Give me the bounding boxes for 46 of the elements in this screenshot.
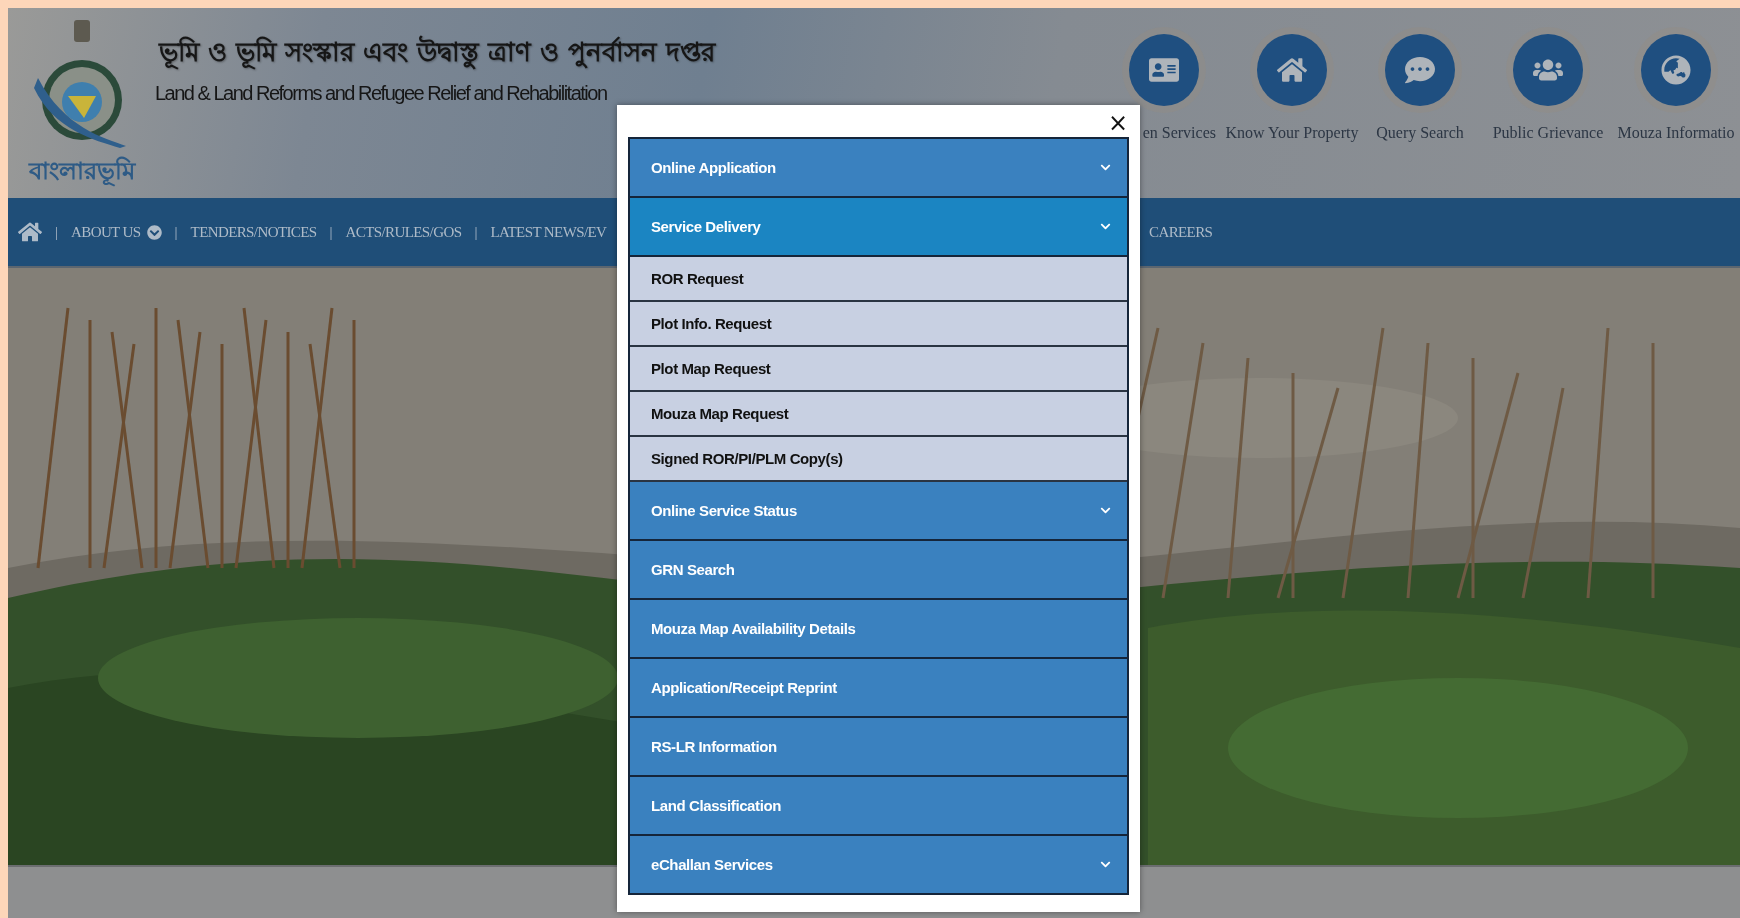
quick-link-button[interactable]	[1129, 34, 1199, 106]
quick-link-button[interactable]	[1257, 34, 1327, 106]
menu-section[interactable]: RS-LR Information	[630, 718, 1127, 777]
logo-caption: বাংলারভূমি	[28, 155, 135, 189]
nav-separator: |	[473, 223, 479, 241]
quick-link-label[interactable]: Query Search	[1376, 124, 1464, 142]
menu-item[interactable]: Plot Map Request	[630, 347, 1127, 392]
id-card-icon	[1149, 55, 1179, 85]
chevron-icon	[1100, 221, 1111, 232]
quick-link-label[interactable]: Public Grievance	[1492, 124, 1604, 142]
menu-section[interactable]: Application/Receipt Reprint	[630, 659, 1127, 718]
menu-item[interactable]: Signed ROR/PI/PLM Copy(s)	[630, 437, 1127, 482]
globe-icon	[1661, 55, 1691, 85]
menu-section[interactable]: Online Service Status	[630, 482, 1127, 541]
quick-link-label[interactable]: Mouza Informatio	[1617, 124, 1735, 142]
menu-item[interactable]: Plot Info. Request	[630, 302, 1127, 347]
menu-section[interactable]: eChallan Services	[630, 836, 1127, 895]
department-subtitle: Land & Land Reforms and Refugee Relief and Rehabilitation	[155, 80, 607, 106]
menu-section[interactable]: GRN Search	[630, 541, 1127, 600]
nav-link[interactable]: ABOUT US	[71, 223, 162, 241]
nav-link[interactable]: LATEST NEWS/EV	[490, 223, 607, 241]
menu-section[interactable]: Mouza Map Availability Details	[630, 600, 1127, 659]
menu-item[interactable]: Mouza Map Request	[630, 392, 1127, 437]
menu-section[interactable]: Online Application	[630, 139, 1127, 198]
chevron-icon	[1100, 859, 1111, 870]
house-icon	[1277, 55, 1307, 85]
nav-link[interactable]: ACTS/RULES/GOS	[345, 223, 462, 241]
close-button[interactable]: ×	[1105, 111, 1130, 135]
chat-bubble-icon	[1405, 55, 1435, 85]
quick-link-button[interactable]	[1513, 34, 1583, 106]
menu-section[interactable]: Service Delivery	[630, 198, 1127, 257]
chevron-icon	[146, 224, 162, 240]
nav-separator: |	[328, 223, 334, 241]
nav-link[interactable]: TENDERS/NOTICES	[190, 223, 317, 241]
menu-section[interactable]: Land Classification	[630, 777, 1127, 836]
quick-link-label[interactable]: Know Your Property	[1225, 124, 1359, 142]
chevron-icon	[1100, 162, 1111, 173]
department-title: ভূমি ও ভূমি সংস্কার এবং উদ্বাস্তু ত্রাণ ও পুনর্বাসন দপ্তর	[155, 30, 720, 76]
home-icon[interactable]	[18, 220, 42, 244]
quick-link-button[interactable]	[1641, 34, 1711, 106]
nav-link[interactable]: CAREERS	[1149, 223, 1213, 241]
chevron-icon	[1100, 505, 1111, 516]
menu-item[interactable]: ROR Request	[630, 257, 1127, 302]
nav-separator: |	[54, 223, 59, 241]
nav-separator: |	[173, 223, 179, 241]
quick-link-button[interactable]	[1385, 34, 1455, 106]
